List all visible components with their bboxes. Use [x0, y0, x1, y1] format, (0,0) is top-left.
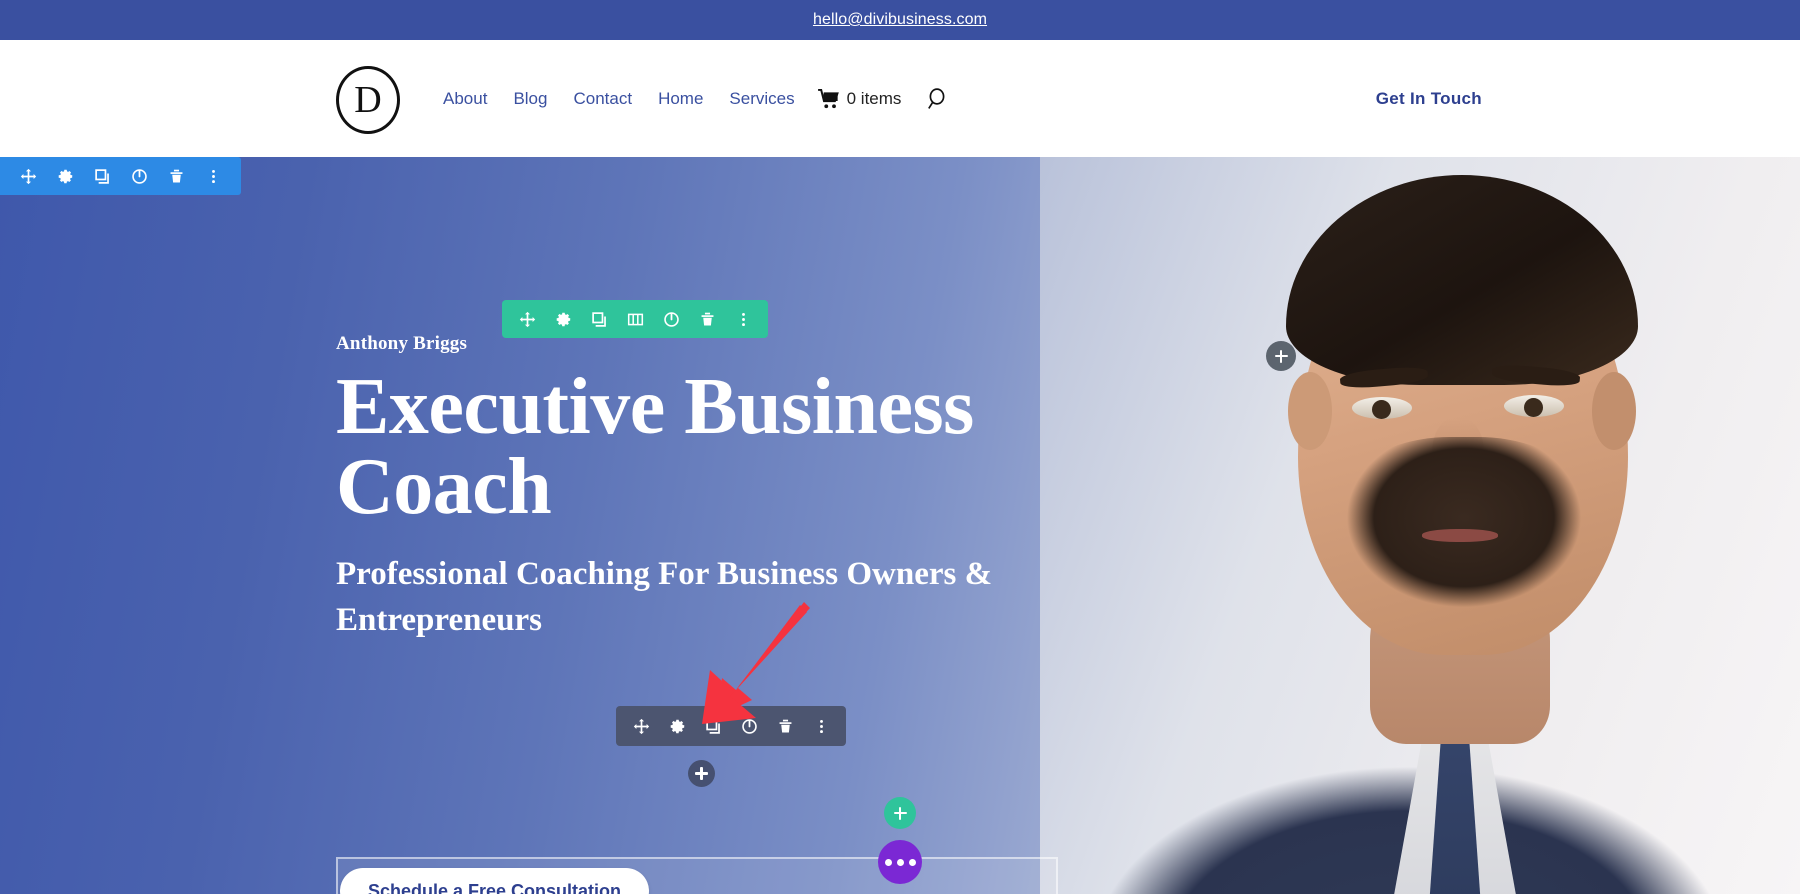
- section-trash-icon[interactable]: [162, 157, 190, 195]
- nav-item-about[interactable]: About: [430, 89, 500, 109]
- site-header: D About Blog Contact Home Services 0 ite…: [0, 40, 1800, 157]
- get-in-touch-link[interactable]: Get In Touch: [1376, 40, 1482, 157]
- builder-menu-button[interactable]: [878, 840, 922, 884]
- hero-subheading: Professional Coaching For Business Owner…: [336, 556, 993, 638]
- section-power-icon[interactable]: [125, 157, 153, 195]
- row-toolbar[interactable]: [502, 300, 768, 338]
- row-gear-icon[interactable]: [549, 300, 577, 338]
- row-columns-icon[interactable]: [621, 300, 649, 338]
- row-more-options-icon[interactable]: [729, 300, 757, 338]
- section-more-options-icon[interactable]: [199, 157, 227, 195]
- section-move-icon[interactable]: [14, 157, 42, 195]
- section-duplicate-icon[interactable]: [88, 157, 116, 195]
- nav-item-contact[interactable]: Contact: [560, 89, 645, 109]
- top-email-bar: hello@divibusiness.com: [0, 0, 1800, 40]
- module-more-options-icon[interactable]: [807, 707, 835, 745]
- schedule-consultation-button[interactable]: Schedule a Free Consultation: [340, 868, 650, 894]
- email-link[interactable]: hello@divibusiness.com: [813, 11, 987, 29]
- nav-item-services[interactable]: Services: [716, 89, 807, 109]
- page-root: hello@divibusiness.com D About Blog Cont…: [0, 0, 1800, 894]
- hero-heading: Executive Business Coach: [336, 363, 974, 531]
- nav-item-home[interactable]: Home: [645, 89, 716, 109]
- module-move-icon[interactable]: [627, 707, 655, 745]
- row-power-icon[interactable]: [657, 300, 685, 338]
- hero-section: Anthony Briggs Executive Business Coach …: [0, 157, 1800, 894]
- hero-photo: [1040, 157, 1800, 894]
- section-gear-icon[interactable]: [51, 157, 79, 195]
- search-button[interactable]: [927, 87, 949, 110]
- module-duplicate-icon[interactable]: [699, 707, 727, 745]
- add-row-button[interactable]: [688, 760, 715, 787]
- row-duplicate-icon[interactable]: [585, 300, 613, 338]
- module-power-icon[interactable]: [735, 707, 763, 745]
- module-gear-icon[interactable]: [663, 707, 691, 745]
- cart-link[interactable]: 0 items: [817, 88, 902, 109]
- section-toolbar[interactable]: [0, 157, 241, 195]
- site-logo[interactable]: D: [336, 66, 400, 134]
- row-move-icon[interactable]: [513, 300, 541, 338]
- cart-icon: [817, 88, 839, 108]
- primary-navigation: About Blog Contact Home Services 0 items: [430, 40, 949, 157]
- logo-letter: D: [354, 79, 382, 121]
- add-section-button[interactable]: [884, 797, 916, 829]
- module-toolbar[interactable]: [616, 706, 846, 746]
- module-trash-icon[interactable]: [771, 707, 799, 745]
- hero-eyebrow: Anthony Briggs: [336, 333, 468, 354]
- search-icon: [928, 87, 945, 109]
- row-trash-icon[interactable]: [693, 300, 721, 338]
- nav-item-blog[interactable]: Blog: [500, 89, 560, 109]
- add-module-photo-button[interactable]: [1266, 341, 1296, 371]
- cart-count-label: 0 items: [846, 88, 902, 108]
- ellipsis-icon: [884, 858, 916, 866]
